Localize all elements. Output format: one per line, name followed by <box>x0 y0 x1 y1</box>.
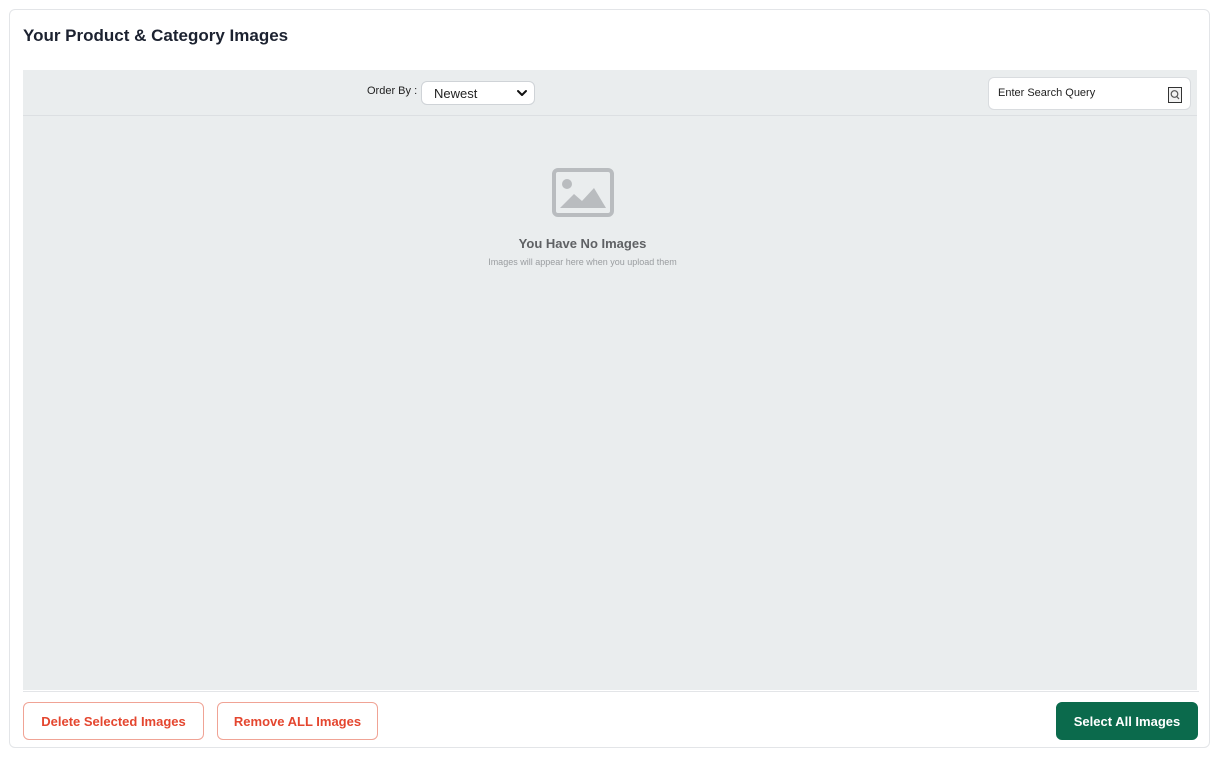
card-title: Your Product & Category Images <box>23 26 289 45</box>
chevron-down-icon <box>517 90 527 96</box>
empty-state: You Have No Images Images will appear he… <box>23 168 1142 267</box>
empty-state-subtitle: Images will appear here when you upload … <box>488 257 677 267</box>
empty-state-title: You Have No Images <box>518 236 647 251</box>
order-by-select[interactable]: Newest <box>421 81 535 105</box>
order-by-selected-value: Newest <box>434 86 478 101</box>
image-placeholder-icon <box>551 168 614 217</box>
search-input-text: Enter Search Query <box>998 87 1096 99</box>
footer-divider <box>23 691 1199 692</box>
delete-selected-images-button[interactable]: Delete Selected Images <box>23 702 204 740</box>
image-gallery: Order By : Newest Enter Search Query You… <box>23 70 1197 690</box>
select-all-images-button[interactable]: Select All Images <box>1056 702 1198 740</box>
remove-all-images-button[interactable]: Remove ALL Images <box>217 702 378 740</box>
search-icon[interactable] <box>1168 87 1182 103</box>
images-card: Your Product & Category Images Order By … <box>9 9 1210 748</box>
search-input[interactable]: Enter Search Query <box>988 77 1191 110</box>
gallery-toolbar: Order By : Newest Enter Search Query <box>23 70 1197 116</box>
order-by-label: Order By : <box>367 85 418 97</box>
